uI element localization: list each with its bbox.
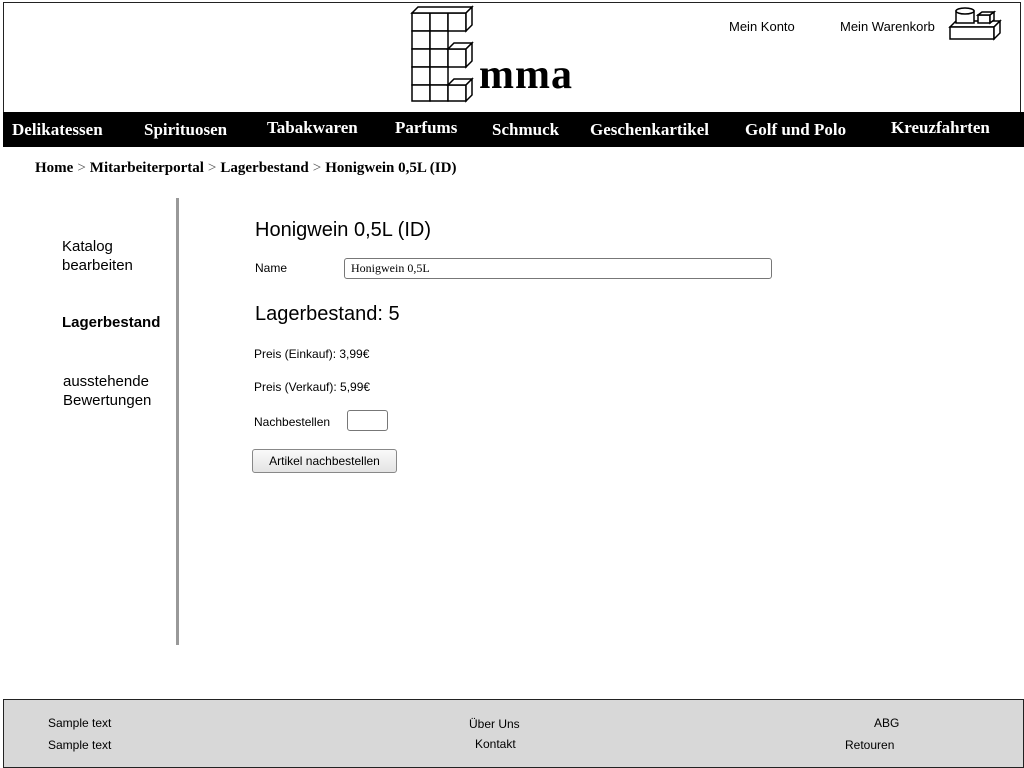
breadcrumb-mitarbeiterportal[interactable]: Mitarbeiterportal	[90, 160, 204, 176]
sidebar-divider	[176, 198, 179, 645]
footer-about-link[interactable]: Über Uns	[469, 717, 520, 731]
name-field[interactable]	[344, 258, 772, 279]
sidebar-item-label: Lagerbestand	[62, 314, 161, 331]
product-title: Honigwein 0,5L (ID)	[255, 219, 432, 241]
footer-sample-text-1[interactable]: Sample text	[48, 716, 111, 730]
sidebar-item-label-line1: ausstehende	[63, 373, 149, 390]
nav-item-geschenkartikel[interactable]: Geschenkartikel	[590, 112, 709, 147]
sidebar-item-label-line2: Bewertungen	[63, 392, 152, 409]
cart-link[interactable]: Mein Warenkorb	[840, 19, 935, 34]
header: mma Mein Konto Mein Warenkorb	[3, 2, 1021, 114]
nav-item-tabakwaren[interactable]: Tabakwaren	[267, 110, 358, 145]
reorder-button[interactable]: Artikel nachbestellen	[252, 449, 397, 473]
sidebar-item-ausstehende-bewertungen[interactable]: ausstehende Bewertungen	[63, 372, 151, 410]
footer-sample-text-2[interactable]: Sample text	[48, 738, 111, 752]
sidebar-item-katalog-bearbeiten[interactable]: Katalog bearbeiten	[62, 237, 133, 275]
stock-heading: Lagerbestand: 5	[255, 303, 400, 325]
nav-item-schmuck[interactable]: Schmuck	[492, 112, 559, 147]
nav-item-kreuzfahrten[interactable]: Kreuzfahrten	[891, 110, 990, 145]
purchase-price: Preis (Einkauf): 3,99€	[254, 347, 370, 361]
reorder-quantity-field[interactable]	[347, 410, 388, 431]
footer-returns-link[interactable]: Retouren	[845, 738, 894, 752]
nav-item-parfums[interactable]: Parfums	[395, 110, 457, 145]
breadcrumb-separator: >	[312, 160, 322, 176]
brand-name: mma	[479, 52, 573, 98]
sale-price: Preis (Verkauf): 5,99€	[254, 380, 371, 394]
reorder-label: Nachbestellen	[254, 415, 331, 429]
nav-item-delikatessen[interactable]: Delikatessen	[12, 112, 103, 147]
account-link[interactable]: Mein Konto	[729, 19, 795, 34]
nav-item-golf-und-polo[interactable]: Golf und Polo	[745, 112, 846, 147]
sidebar-item-label-line1: Katalog	[62, 238, 113, 255]
name-label: Name	[255, 261, 288, 275]
footer-contact-link[interactable]: Kontakt	[475, 737, 516, 751]
sidebar-item-lagerbestand[interactable]: Lagerbestand	[62, 313, 160, 332]
breadcrumb-separator: >	[77, 160, 86, 176]
cart-icon[interactable]	[946, 5, 1002, 41]
nav-item-spirituosen[interactable]: Spirituosen	[144, 112, 227, 147]
breadcrumb-home[interactable]: Home	[35, 160, 73, 176]
main-navigation: Delikatessen Spirituosen Tabakwaren Parf…	[3, 112, 1024, 147]
breadcrumb: Home > Mitarbeiterportal > Lagerbestand > Honi…	[35, 160, 456, 177]
footer-abg-link[interactable]: ABG	[874, 716, 899, 730]
breadcrumb-current-item: Honigwein 0,5L (ID)	[325, 160, 457, 176]
footer: Sample text Sample text Über Uns Kontakt…	[3, 699, 1024, 768]
breadcrumb-lagerbestand[interactable]: Lagerbestand	[220, 160, 308, 176]
breadcrumb-separator: >	[207, 160, 217, 176]
sidebar-item-label-line2: bearbeiten	[62, 257, 133, 274]
